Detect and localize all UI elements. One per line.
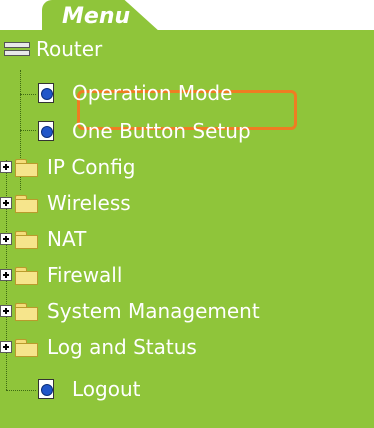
tree-connector xyxy=(6,390,36,391)
menu-item-label: Operation Mode xyxy=(72,81,233,105)
menu-item-system-management[interactable]: System Management xyxy=(0,294,260,328)
expand-icon[interactable] xyxy=(0,161,12,173)
menu-item-operation-mode[interactable]: Operation Mode xyxy=(38,76,232,110)
expand-icon[interactable] xyxy=(0,305,12,317)
menu-item-log-and-status[interactable]: Log and Status xyxy=(0,330,197,364)
tree-connector xyxy=(20,94,36,95)
folder-icon xyxy=(15,266,38,285)
expand-icon[interactable] xyxy=(0,197,12,209)
menu-item-label: System Management xyxy=(47,299,260,323)
menu-item-one-button-setup[interactable]: One Button Setup xyxy=(38,114,251,148)
menu-item-label: Firewall xyxy=(47,263,123,287)
folder-icon xyxy=(15,338,38,357)
menu-item-wireless[interactable]: Wireless xyxy=(0,186,131,220)
menu-item-firewall[interactable]: Firewall xyxy=(0,258,122,292)
tree-root-label: Router xyxy=(36,37,103,61)
page-icon xyxy=(38,83,54,103)
page-icon xyxy=(38,121,54,141)
menu-item-label: Log and Status xyxy=(47,335,197,359)
page-icon xyxy=(38,379,54,399)
menu-item-label: Wireless xyxy=(47,191,131,215)
folder-icon xyxy=(15,158,38,177)
menu-item-label: IP Config xyxy=(47,155,136,179)
menu-item-label: Logout xyxy=(72,377,141,401)
expand-icon[interactable] xyxy=(0,269,12,281)
tree-connector xyxy=(20,130,36,131)
expand-icon[interactable] xyxy=(0,233,12,245)
menu-panel: Router Operation Mode One Button Setup I… xyxy=(0,30,374,428)
menu-item-label: NAT xyxy=(47,227,87,251)
folder-icon xyxy=(15,302,38,321)
menu-item-ip-config[interactable]: IP Config xyxy=(0,150,136,184)
folder-icon xyxy=(15,230,38,249)
folder-icon xyxy=(15,194,38,213)
menu-item-nat[interactable]: NAT xyxy=(0,222,86,256)
menu-item-logout[interactable]: Logout xyxy=(38,372,140,406)
tree-root-router[interactable]: Router xyxy=(4,32,102,66)
router-icon xyxy=(4,40,30,58)
expand-icon[interactable] xyxy=(0,341,12,353)
menu-tab: Menu xyxy=(42,0,160,32)
menu-item-label: One Button Setup xyxy=(72,119,251,143)
menu-title: Menu xyxy=(62,4,131,29)
